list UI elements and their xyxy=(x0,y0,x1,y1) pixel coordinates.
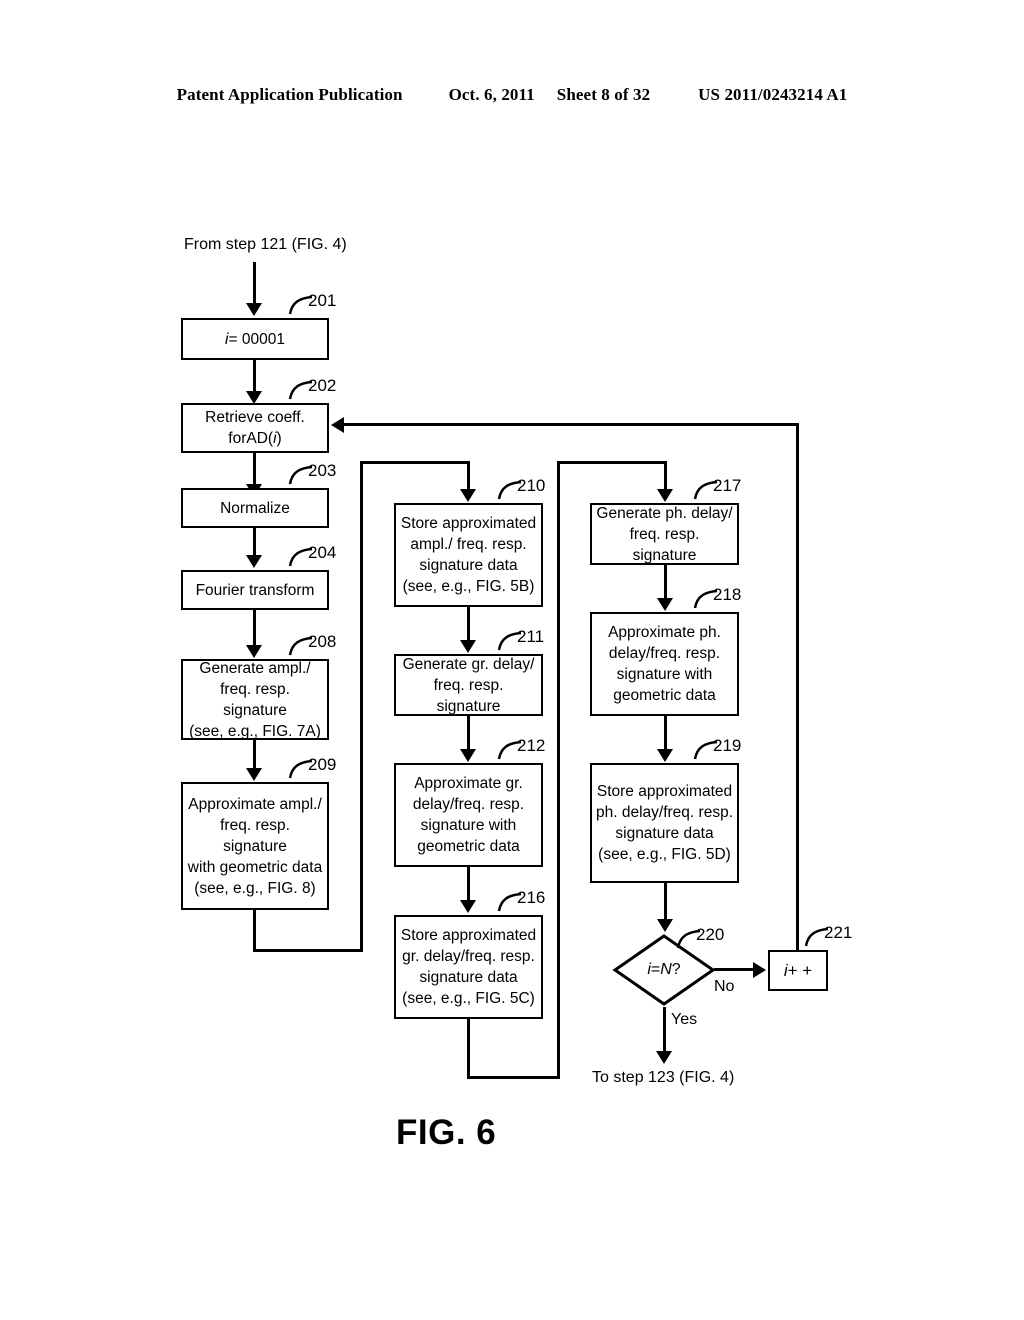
connector-204-208-arrow xyxy=(246,645,262,658)
connector-219-220-arrow xyxy=(657,919,673,932)
connector-entry-line xyxy=(253,262,256,306)
connector-216-217-arrow xyxy=(657,489,673,502)
ref-label-220: 220 xyxy=(696,925,725,944)
node-211: Generate gr. delay/freq. resp. signature xyxy=(394,654,543,716)
node-212: Approximate gr. delay/freq. resp. signatur… xyxy=(394,763,543,867)
connector-220-221-arrow xyxy=(753,962,766,978)
ref-label-221: 221 xyxy=(824,923,853,942)
connector-209-210-seg4 xyxy=(360,461,470,464)
branch-yes-label: Yes xyxy=(671,1011,698,1028)
connector-208-209-arrow xyxy=(246,768,262,781)
connector-203-204-arrow xyxy=(246,555,262,568)
connector-202-203-line xyxy=(253,453,256,487)
entry-note: From step 121 (FIG. 4) xyxy=(184,236,347,253)
ref-label-201: 201 xyxy=(308,291,337,310)
connector-216-217-seg1 xyxy=(467,1019,470,1079)
node-221: i + + xyxy=(768,950,828,991)
node-210: Store approximated ampl./ freq. resp. sign… xyxy=(394,503,543,607)
ref-label-209: 209 xyxy=(308,755,337,774)
node-202-label: Retrieve coeff. forAD(i) xyxy=(205,409,305,447)
connector-221-202-seg1 xyxy=(796,423,799,951)
ref-label-211: 211 xyxy=(517,627,545,646)
ref-label-210: 210 xyxy=(517,476,546,495)
connector-208-209-line xyxy=(253,740,256,771)
connector-209-210-seg2 xyxy=(253,949,363,952)
branch-no-label: No xyxy=(714,978,735,995)
connector-218-219-arrow xyxy=(657,749,673,762)
ref-label-203: 203 xyxy=(308,461,337,480)
connector-216-217-seg5 xyxy=(664,461,667,492)
connector-entry-arrow xyxy=(246,303,262,316)
ref-label-218: 218 xyxy=(713,585,742,604)
connector-203-204-line xyxy=(253,528,256,558)
node-203: Normalize xyxy=(181,488,329,528)
connector-217-218-line xyxy=(664,565,667,601)
node-209: Approximate ampl./freq. resp. signature w… xyxy=(181,782,329,910)
connector-216-217-seg4 xyxy=(557,461,667,464)
connector-220-221-line xyxy=(714,968,756,971)
connector-210-211-arrow xyxy=(460,640,476,653)
figure-caption: FIG. 6 xyxy=(396,1113,497,1152)
connector-221-202-arrow xyxy=(331,417,344,433)
connector-221-202-seg2 xyxy=(344,423,799,426)
node-201: i = 00001 xyxy=(181,318,329,360)
ref-label-204: 204 xyxy=(308,543,337,562)
node-216: Store approximated gr. delay/freq. resp. s… xyxy=(394,915,543,1019)
connector-209-210-seg1 xyxy=(253,910,256,952)
node-202: Retrieve coeff. forAD(i) xyxy=(181,403,329,453)
connector-201-202-line xyxy=(253,360,256,394)
node-218: Approximate ph. delay/freq. resp. signatur… xyxy=(590,612,739,716)
connector-218-219-line xyxy=(664,716,667,752)
node-208: Generate ampl./freq. resp. signature (see… xyxy=(181,659,329,740)
connector-204-208-line xyxy=(253,610,256,648)
ref-label-219: 219 xyxy=(713,736,742,755)
connector-216-217-seg3 xyxy=(557,461,560,1079)
connector-212-216-line xyxy=(467,867,470,903)
node-217: Generate ph. delay/freq. resp. signature xyxy=(590,503,739,565)
connector-211-212-line xyxy=(467,716,470,752)
connector-217-218-arrow xyxy=(657,598,673,611)
connector-209-210-seg3 xyxy=(360,461,363,952)
connector-220-exit-arrow xyxy=(656,1051,672,1064)
ref-label-208: 208 xyxy=(308,632,337,651)
node-219: Store approximated ph. delay/freq. resp. s… xyxy=(590,763,739,883)
ref-label-202: 202 xyxy=(308,376,337,395)
connector-220-exit-line xyxy=(663,1007,666,1055)
connector-216-217-seg2 xyxy=(469,1076,559,1079)
exit-note: To step 123 (FIG. 4) xyxy=(592,1069,735,1086)
node-204: Fourier transform xyxy=(181,570,329,610)
connector-212-216-arrow xyxy=(460,900,476,913)
connector-211-212-arrow xyxy=(460,749,476,762)
ref-label-216: 216 xyxy=(517,888,546,907)
ref-label-212: 212 xyxy=(517,736,546,755)
connector-209-210-arrow xyxy=(460,489,476,502)
ref-label-217: 217 xyxy=(713,476,742,495)
flowchart-figure: From step 121 (FIG. 4) i = 00001 201 Ret… xyxy=(0,0,1024,1320)
connector-209-210-seg5 xyxy=(467,461,470,492)
connector-219-220-line xyxy=(664,883,667,921)
connector-210-211-line xyxy=(467,607,470,643)
